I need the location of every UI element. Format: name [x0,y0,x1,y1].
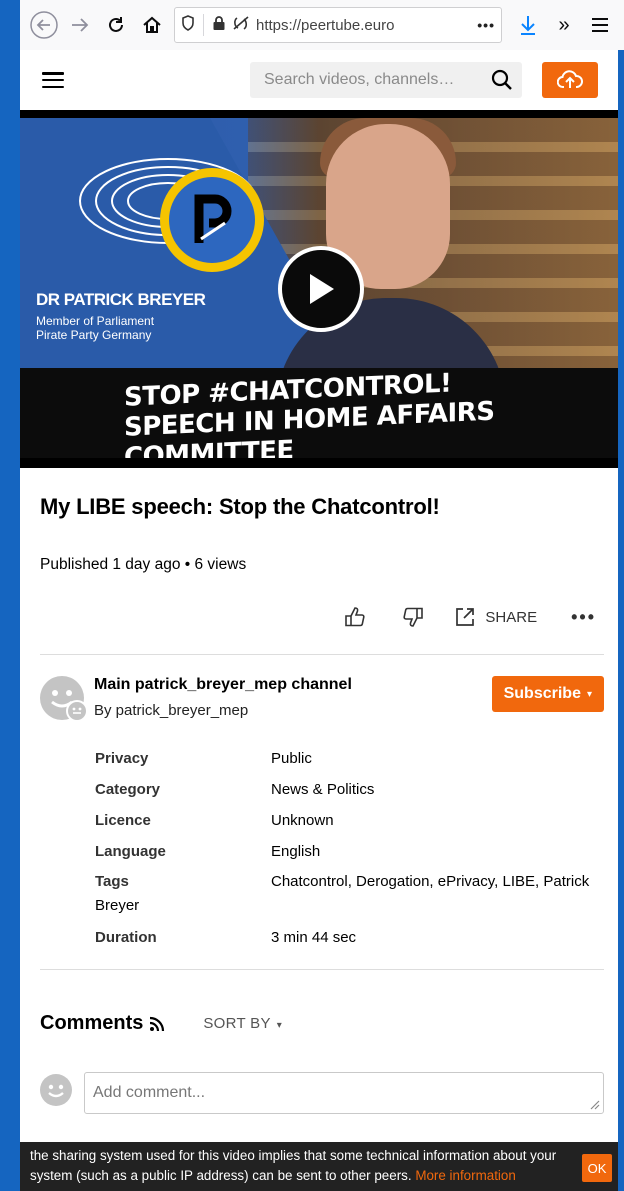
attribute-label: Category [95,781,161,798]
more-actions-button[interactable]: ••• [571,607,596,628]
back-button[interactable] [26,7,62,43]
attribute-label: Licence [95,812,151,829]
channel-name[interactable]: Main patrick_breyer_mep channel [94,676,352,694]
caret-down-icon: ▾ [586,688,592,700]
video-published-info: Published 1 day ago • 6 views [40,556,247,573]
pirate-party-logo [160,168,264,272]
attribute-category: Category News & Politics [95,781,615,812]
comments-title: Comments [40,1012,144,1034]
browser-toolbar: https://peertube.euro ••• » [20,0,624,50]
subscribe-button[interactable]: Subscribe ▾ [491,676,604,712]
cloud-upload-icon [557,70,583,88]
peertube-page: DR PATRICK BREYER Member of Parliament P… [20,50,618,1142]
overlay-name: DR PATRICK BREYER [36,290,206,309]
url-bar[interactable]: https://peertube.euro ••• [174,7,502,43]
video-title: My LIBE speech: Stop the Chatcontrol! [40,494,440,519]
video-player[interactable]: DR PATRICK BREYER Member of Parliament P… [20,110,618,468]
forward-arrow-icon [72,18,89,32]
search-icon[interactable] [482,62,522,98]
attribute-value: Unknown [271,812,334,829]
comment-input[interactable] [84,1072,604,1114]
play-button[interactable] [278,246,364,332]
rss-icon[interactable] [149,1016,165,1032]
video-attributes: Privacy Public Category News & Politics … [95,750,615,960]
attribute-tags: Tags Chatcontrol, Derogation, ePrivacy, L… [95,873,615,929]
url-separator [203,14,204,36]
shield-icon[interactable] [181,15,195,35]
resize-grip-icon[interactable] [588,1098,600,1110]
comments-header: Comments SORT BY ▾ [40,1012,282,1035]
privacy-notice-text: the sharing system used for this video i… [30,1148,557,1183]
user-avatar [40,1074,72,1106]
browser-menu-icon[interactable] [582,7,618,43]
dislike-icon[interactable] [401,605,425,629]
url-text[interactable]: https://peertube.euro [256,17,473,34]
site-header [20,50,618,110]
video-actions: SHARE ••• [309,602,596,632]
reload-button[interactable] [98,7,134,43]
sort-by-dropdown[interactable]: SORT BY ▾ [203,1015,282,1032]
privacy-notice-banner: the sharing system used for this video i… [20,1142,618,1191]
channel-info: Main patrick_breyer_mep channel By patri… [40,676,604,726]
upload-button[interactable] [542,62,598,98]
attribute-duration: Duration 3 min 44 sec [95,929,615,960]
home-button[interactable] [134,7,170,43]
back-arrow-icon [30,11,58,39]
play-icon [310,274,334,304]
ok-button[interactable]: OK [582,1154,612,1182]
lock-icon[interactable] [212,15,226,35]
attribute-label: Privacy [95,750,149,767]
attribute-privacy: Privacy Public [95,750,615,781]
page-actions-menu[interactable]: ••• [477,17,495,33]
caret-down-icon: ▾ [276,1020,283,1031]
channel-owner[interactable]: By patrick_breyer_mep [94,702,248,719]
attribute-label: Tags [95,873,129,890]
share-button[interactable]: SHARE [455,607,537,627]
attribute-licence: Licence Unknown [95,812,615,843]
account-avatar[interactable] [66,700,88,722]
download-icon[interactable] [510,7,546,43]
subscribe-label: Subscribe [503,685,581,702]
more-information-link[interactable]: More information [415,1168,515,1183]
attribute-label: Duration [95,929,157,946]
overflow-chevron-icon[interactable]: » [546,7,582,43]
attribute-value[interactable]: English [271,843,320,860]
forward-button[interactable] [62,7,98,43]
attribute-value: Public [271,750,312,767]
like-icon[interactable] [343,605,367,629]
divider [40,654,604,655]
attribute-value[interactable]: News & Politics [271,781,374,798]
share-label: SHARE [485,608,538,626]
home-icon [143,16,161,33]
video-thumbnail: DR PATRICK BREYER Member of Parliament P… [20,118,618,458]
add-comment [40,1072,604,1114]
search-area [250,62,598,98]
reload-icon [109,17,123,32]
sort-by-label: SORT BY [203,1015,271,1032]
divider [40,969,604,970]
permissions-icon[interactable] [232,15,250,35]
menu-icon[interactable] [42,72,64,88]
attribute-label: Language [95,843,166,860]
attribute-value: 3 min 44 sec [271,929,357,946]
overlay-role: Member of Parliament Pirate Party German… [36,314,155,342]
share-icon [456,608,475,626]
